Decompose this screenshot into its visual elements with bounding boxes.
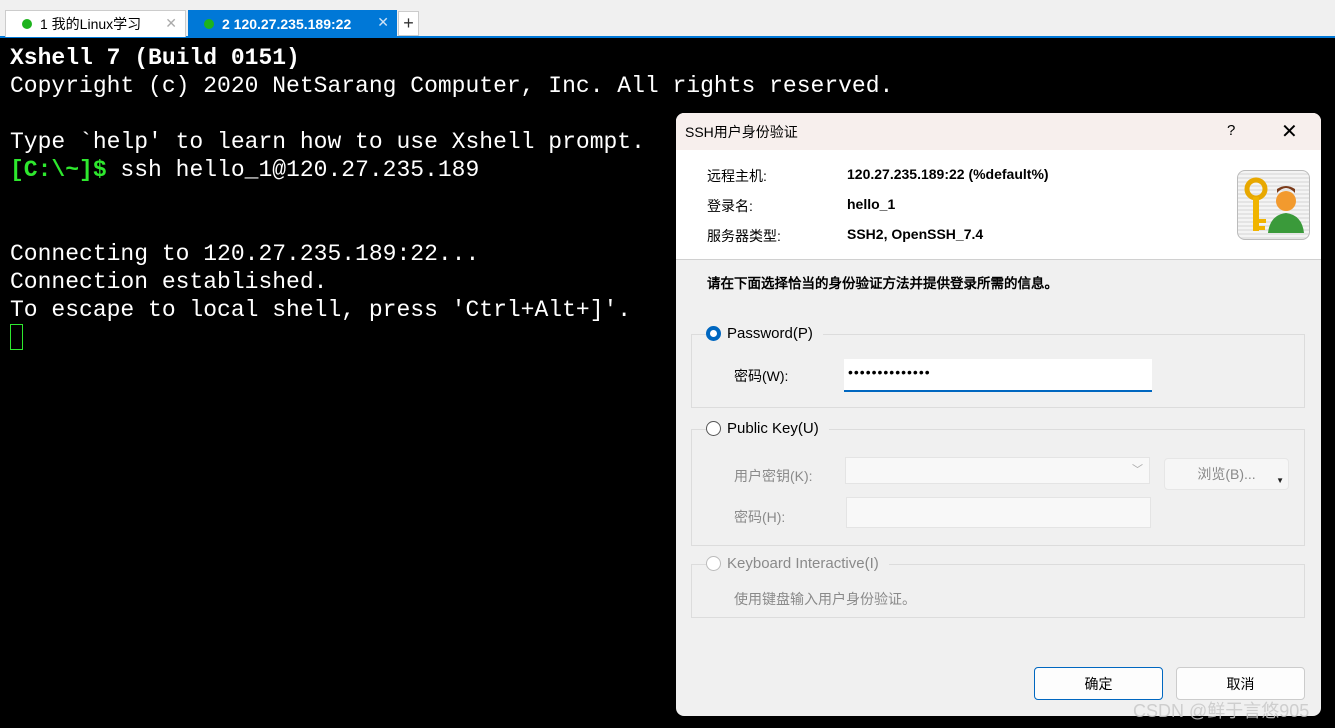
help-button[interactable]: ? [1227,122,1235,139]
radio-selected-icon [706,326,721,341]
browse-button[interactable]: 浏览(B)... ▼ [1164,458,1289,490]
status-dot-icon [204,18,214,29]
prompt: [C:\~]$ [10,157,107,183]
info-value: hello_1 [847,196,896,212]
user-key-icon [1237,170,1310,240]
radio-unselected-icon [706,556,721,571]
info-value: 120.27.235.189:22 (%default%) [847,166,1049,182]
user-key-label: 用户密钥(K): [734,468,813,484]
connection-info: 远程主机: 120.27.235.189:22 (%default%) 登录名: h… [676,150,1321,260]
new-tab-button[interactable]: + [398,11,419,36]
tab-session-2[interactable]: 2 120.27.235.189:22 ✕ [188,10,397,37]
keyboard-interactive-radio[interactable]: Keyboard Interactive(I) [706,555,889,572]
radio-label: Public Key(U) [727,420,819,437]
dialog-title: SSH用户身份验证 [685,123,798,140]
command: ssh hello_1@120.27.235.189 [106,157,480,183]
radio-unselected-icon [706,421,721,436]
key-password-label: 密码(H): [734,509,786,525]
publickey-radio[interactable]: Public Key(U) [706,420,829,437]
password-input[interactable]: •••••••••••••• [844,359,1152,392]
close-tab-icon[interactable]: ✕ [377,14,389,31]
info-value: SSH2, OpenSSH_7.4 [847,226,984,242]
browse-label: 浏览(B)... [1197,466,1256,482]
instruction-text: 请在下面选择恰当的身份验证方法并提供登录所需的信息。 [707,276,1058,291]
dropdown-arrow-icon: ▼ [1276,476,1284,485]
chevron-down-icon: ﹀ [1132,464,1143,476]
ok-button[interactable]: 确定 [1034,667,1163,700]
info-label: 远程主机: [707,168,767,184]
info-label: 服务器类型: [707,228,781,244]
terminal-line: Copyright (c) 2020 NetSarang Computer, I… [10,73,894,99]
cancel-button[interactable]: 取消 [1176,667,1305,700]
tab-session-1[interactable]: 1 我的Linux学习 ✕ [5,10,186,37]
dialog-titlebar: SSH用户身份验证 ? ✕ [676,113,1321,150]
info-label: 登录名: [707,198,753,214]
close-button[interactable]: ✕ [1281,119,1298,144]
close-tab-icon[interactable]: ✕ [165,15,177,32]
watermark: CSDN @鲜于言悠905 [1133,701,1310,721]
radio-label: Keyboard Interactive(I) [727,555,879,572]
tab-bar: 1 我的Linux学习 ✕ 2 120.27.235.189:22 ✕ + [0,0,1335,38]
keyboard-description: 使用键盘输入用户身份验证。 [734,591,916,607]
radio-label: Password(P) [727,325,813,342]
tab-label: 2 120.27.235.189:22 [222,15,352,32]
tab-label: 1 我的Linux学习 [40,16,142,32]
password-radio[interactable]: Password(P) [706,325,823,342]
ssh-auth-dialog: SSH用户身份验证 ? ✕ 远程主机: 120.27.235.189:22 (%d… [676,113,1321,716]
user-key-select[interactable]: ﹀ [845,457,1150,484]
password-field-label: 密码(W): [734,368,789,384]
terminal-line: Xshell 7 (Build 0151) [10,45,300,71]
key-password-input[interactable] [846,497,1151,528]
status-dot-icon [22,19,32,29]
terminal-cursor [10,324,23,350]
